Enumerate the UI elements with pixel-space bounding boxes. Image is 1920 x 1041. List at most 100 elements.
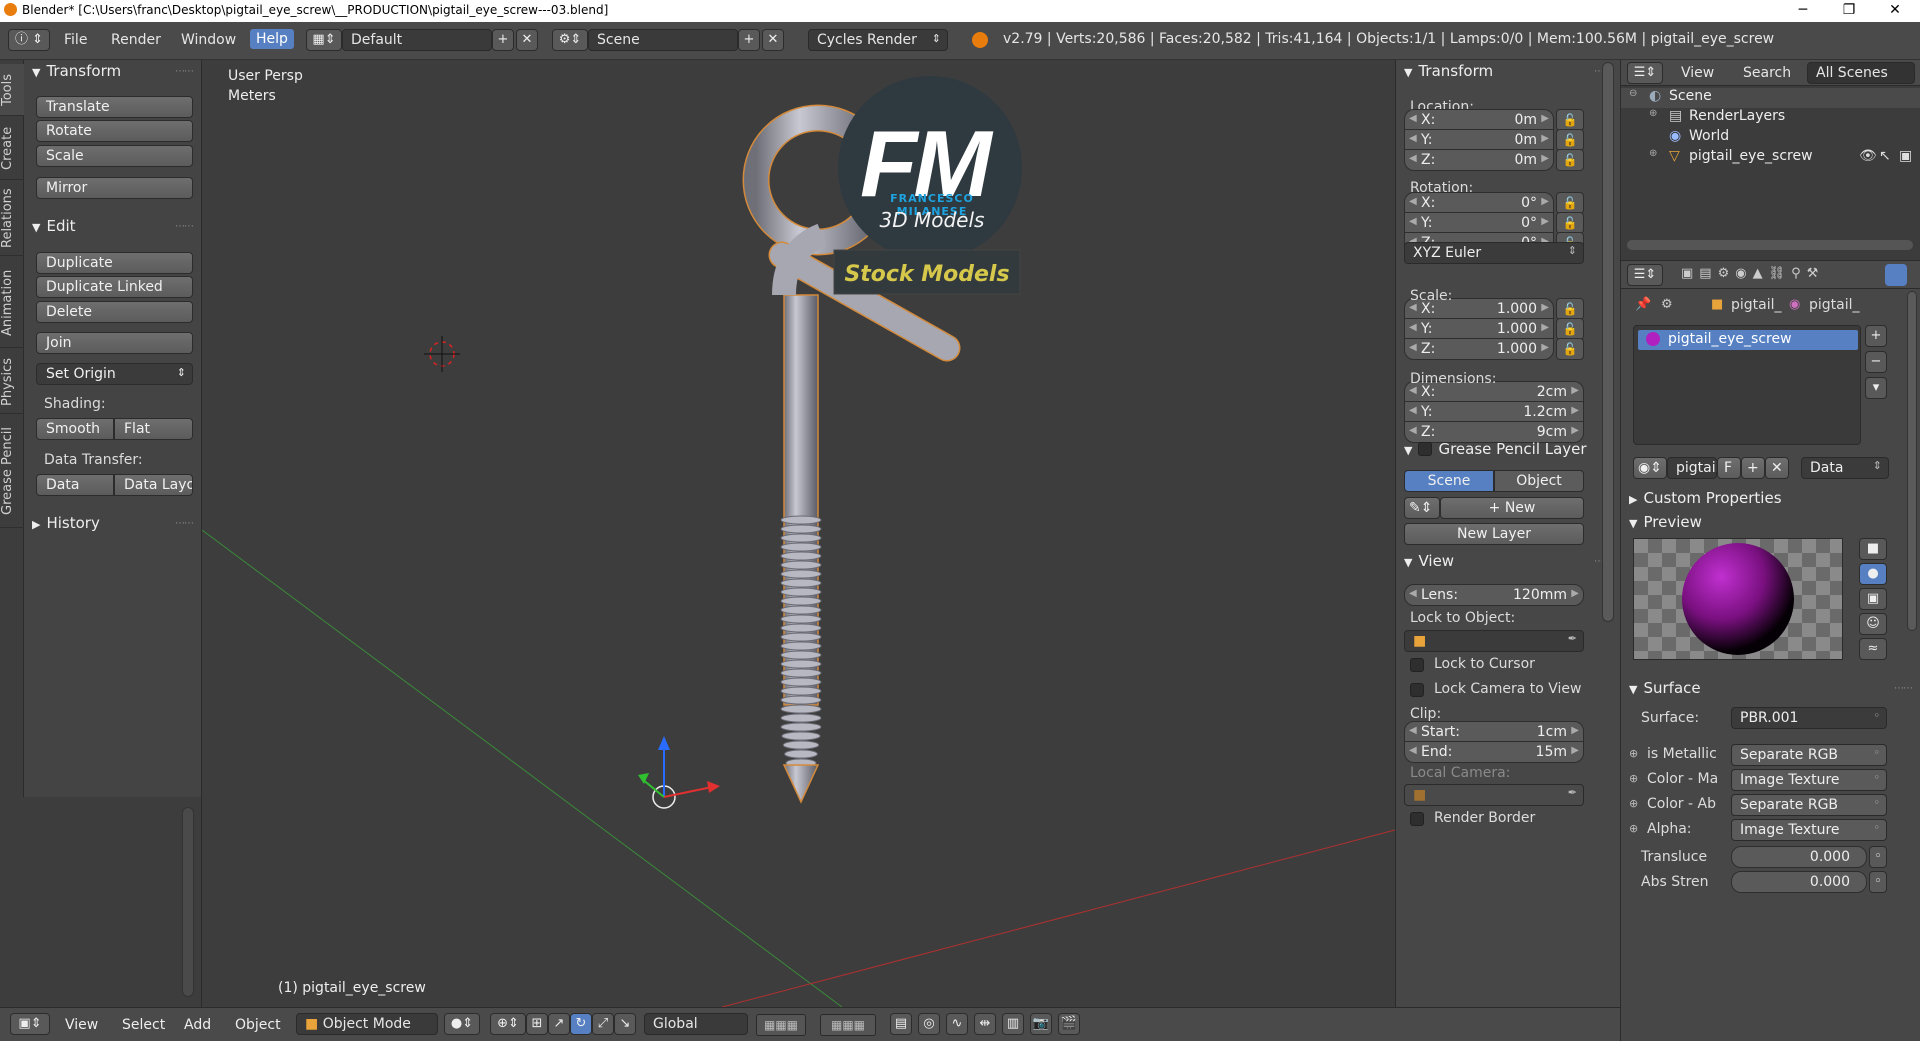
menu-file[interactable]: File	[64, 32, 87, 48]
pencil-icon[interactable]: ✎⇕	[1404, 497, 1440, 519]
clip-end-field[interactable]: ◀ End: 15m ▶	[1404, 741, 1584, 763]
viewport-editor-icon[interactable]: ▣⇕	[10, 1013, 50, 1035]
outliner-row-object[interactable]: ⊕ ▽ pigtail_eye_screw 👁 ↖ ▣	[1621, 148, 1920, 168]
add-slot-icon[interactable]: +	[1865, 325, 1887, 347]
tab-create[interactable]: Create	[0, 118, 24, 180]
layers-grid-2[interactable]: ▦▦▦	[820, 1014, 876, 1036]
tab-animation[interactable]: Animation	[0, 258, 24, 348]
join-button[interactable]: Join	[36, 332, 193, 354]
tab-relations[interactable]: Relations	[0, 182, 24, 256]
drag-grip-icon[interactable]: ⋯⋯	[175, 221, 194, 232]
duplicate-linked-button[interactable]: Duplicate Linked	[36, 276, 193, 298]
properties-editor-icon[interactable]: ☰⇕	[1627, 264, 1663, 286]
clip-start-field[interactable]: ◀ Start: 1cm ▶	[1404, 721, 1584, 743]
scale-y-lock-icon[interactable]: 🔓	[1556, 318, 1584, 340]
history-panel-header[interactable]: ▶ History	[32, 514, 100, 532]
screen-layout-field[interactable]: Default	[342, 29, 492, 51]
expand-arrow-icon[interactable]: ⊕	[1649, 108, 1657, 119]
translate-button[interactable]: Translate	[36, 96, 193, 118]
render-camera-icon[interactable]: ▣	[1899, 148, 1912, 164]
grease-object-button[interactable]: Object	[1494, 470, 1584, 492]
link-data-dropdown[interactable]: Data ⇕	[1801, 457, 1889, 479]
outliner-row-world[interactable]: ◉ World	[1621, 128, 1920, 148]
fake-user-button[interactable]: F	[1717, 457, 1741, 479]
orientation-dropdown[interactable]: Global	[644, 1013, 748, 1035]
outliner-editor-icon[interactable]: ☰⇕	[1627, 62, 1663, 84]
expand-arrow-icon[interactable]: ⊖	[1629, 88, 1637, 99]
lock-object-field[interactable]: ■ ✒	[1404, 630, 1584, 652]
layers-grid-1[interactable]: ▦▦▦	[756, 1014, 806, 1036]
scale-z-field[interactable]: ◀ Z: 1.000 ▶	[1404, 338, 1554, 360]
surface-input-dropdown[interactable]: Separate RGB ◦	[1731, 744, 1887, 766]
preview-header[interactable]: ▼ Preview	[1629, 513, 1702, 531]
eyedropper-icon[interactable]: ✒	[1568, 632, 1577, 645]
expand-arrow-icon[interactable]: ⊕	[1649, 148, 1657, 159]
material-slot-list[interactable]: pigtail_eye_screw	[1633, 325, 1861, 445]
tab-physics[interactable]: Physics	[0, 350, 24, 414]
transform-panel-header[interactable]: ▼ Transform	[1404, 62, 1493, 80]
scale-manipulator-icon[interactable]: ⤢	[592, 1013, 614, 1035]
remove-slot-icon[interactable]: −	[1865, 351, 1887, 373]
drag-grip-icon[interactable]: ⋯⋯	[175, 66, 194, 77]
mirror-button[interactable]: Mirror	[36, 177, 193, 199]
selectable-cursor-icon[interactable]: ↖	[1879, 148, 1891, 164]
viewport-menu-select[interactable]: Select	[122, 1017, 165, 1033]
data-layout-button[interactable]: Data Layo	[114, 474, 193, 496]
location-x-lock-icon[interactable]: 🔓	[1556, 109, 1584, 131]
properties-shelf-scrollbar[interactable]	[1602, 62, 1614, 622]
manipulator-extra-icon[interactable]: ↘	[614, 1013, 636, 1035]
tab-grease-pencil[interactable]: Grease Pencil	[0, 416, 24, 528]
location-x-field[interactable]: ◀ X: 0m ▶	[1404, 109, 1554, 131]
pin-icon[interactable]: 📌	[1635, 297, 1651, 312]
info-editor-type-icon[interactable]: ⓘ ⇕	[8, 29, 50, 51]
viewport-menu-add[interactable]: Add	[184, 1017, 211, 1033]
scene-icon[interactable]: ⚙⇕	[552, 29, 588, 51]
minimize-button[interactable]: ─	[1780, 0, 1826, 22]
rotation-y-field[interactable]: ◀ Y: 0° ▶	[1404, 212, 1554, 234]
expand-socket-icon[interactable]: ⊕	[1629, 747, 1638, 760]
surface-shader-dropdown[interactable]: PBR.001 ◦	[1731, 707, 1887, 729]
smooth-button[interactable]: Smooth	[36, 418, 114, 440]
surface-input-dropdown[interactable]: Image Texture ◦	[1731, 769, 1887, 791]
maximize-button[interactable]: ❐	[1826, 0, 1872, 22]
outliner-menu-view[interactable]: View	[1681, 65, 1714, 81]
transform-panel-header[interactable]: ▼ Transform	[32, 62, 121, 80]
expand-socket-icon[interactable]: ⊕	[1629, 772, 1638, 785]
rotation-y-lock-icon[interactable]: 🔓	[1556, 212, 1584, 234]
lock-layers-icon[interactable]: ▤	[890, 1013, 912, 1035]
snap-element-icon[interactable]: ▥	[1002, 1013, 1024, 1035]
viewport-menu-object[interactable]: Object	[235, 1017, 281, 1033]
close-button[interactable]: ✕	[1872, 0, 1918, 22]
manipulator-toggle-icon[interactable]: ⊞	[526, 1013, 548, 1035]
remove-scene-icon[interactable]: ✕	[762, 29, 784, 51]
expand-socket-icon[interactable]: ⊕	[1629, 797, 1638, 810]
scale-z-lock-icon[interactable]: 🔓	[1556, 338, 1584, 360]
view-panel-header[interactable]: ▼ View	[1404, 552, 1454, 570]
rotate-button[interactable]: Rotate	[36, 120, 193, 142]
translucence-socket-icon[interactable]: ◦	[1869, 846, 1887, 868]
render-border-checkbox[interactable]	[1410, 812, 1424, 826]
custom-properties-header[interactable]: ▶ Custom Properties	[1629, 489, 1782, 507]
surface-panel-header[interactable]: ▼ Surface	[1629, 679, 1701, 697]
new-layer-button[interactable]: New Layer	[1404, 523, 1584, 545]
pivot-point-icon[interactable]: ⊕⇕	[490, 1013, 526, 1035]
surface-input-dropdown[interactable]: Separate RGB ◦	[1731, 794, 1887, 816]
lock-cursor-checkbox[interactable]	[1410, 658, 1424, 672]
drag-grip-icon[interactable]: ⋯⋯	[175, 518, 194, 529]
abs-strength-field[interactable]: 0.000	[1731, 871, 1867, 893]
lens-field[interactable]: ◀ Lens: 120mm ▶	[1404, 584, 1584, 606]
3d-viewport[interactable]: User Persp Meters FM FRANCESCO MILANESE …	[202, 60, 1395, 1007]
outliner-row-scene[interactable]: ⊖ ◐ Scene	[1621, 88, 1920, 108]
material-name-field[interactable]: pigtail	[1667, 457, 1720, 479]
render-view-icon[interactable]: 📷	[1030, 1013, 1052, 1035]
screen-layout-icon[interactable]: ▦⇕	[306, 29, 342, 51]
drag-grip-icon[interactable]: ⋯⋯	[1894, 683, 1913, 694]
delete-button[interactable]: Delete	[36, 301, 193, 323]
new-material-icon[interactable]: +	[1741, 457, 1765, 479]
abs-strength-socket-icon[interactable]: ◦	[1869, 871, 1887, 893]
scale-y-field[interactable]: ◀ Y: 1.000 ▶	[1404, 318, 1554, 340]
mode-dropdown[interactable]: ■ Object Mode	[296, 1013, 438, 1035]
new-grease-button[interactable]: + New	[1440, 497, 1584, 519]
material-browse-icon[interactable]: ◉⇕	[1633, 457, 1667, 479]
remove-layout-icon[interactable]: ✕	[516, 29, 538, 51]
